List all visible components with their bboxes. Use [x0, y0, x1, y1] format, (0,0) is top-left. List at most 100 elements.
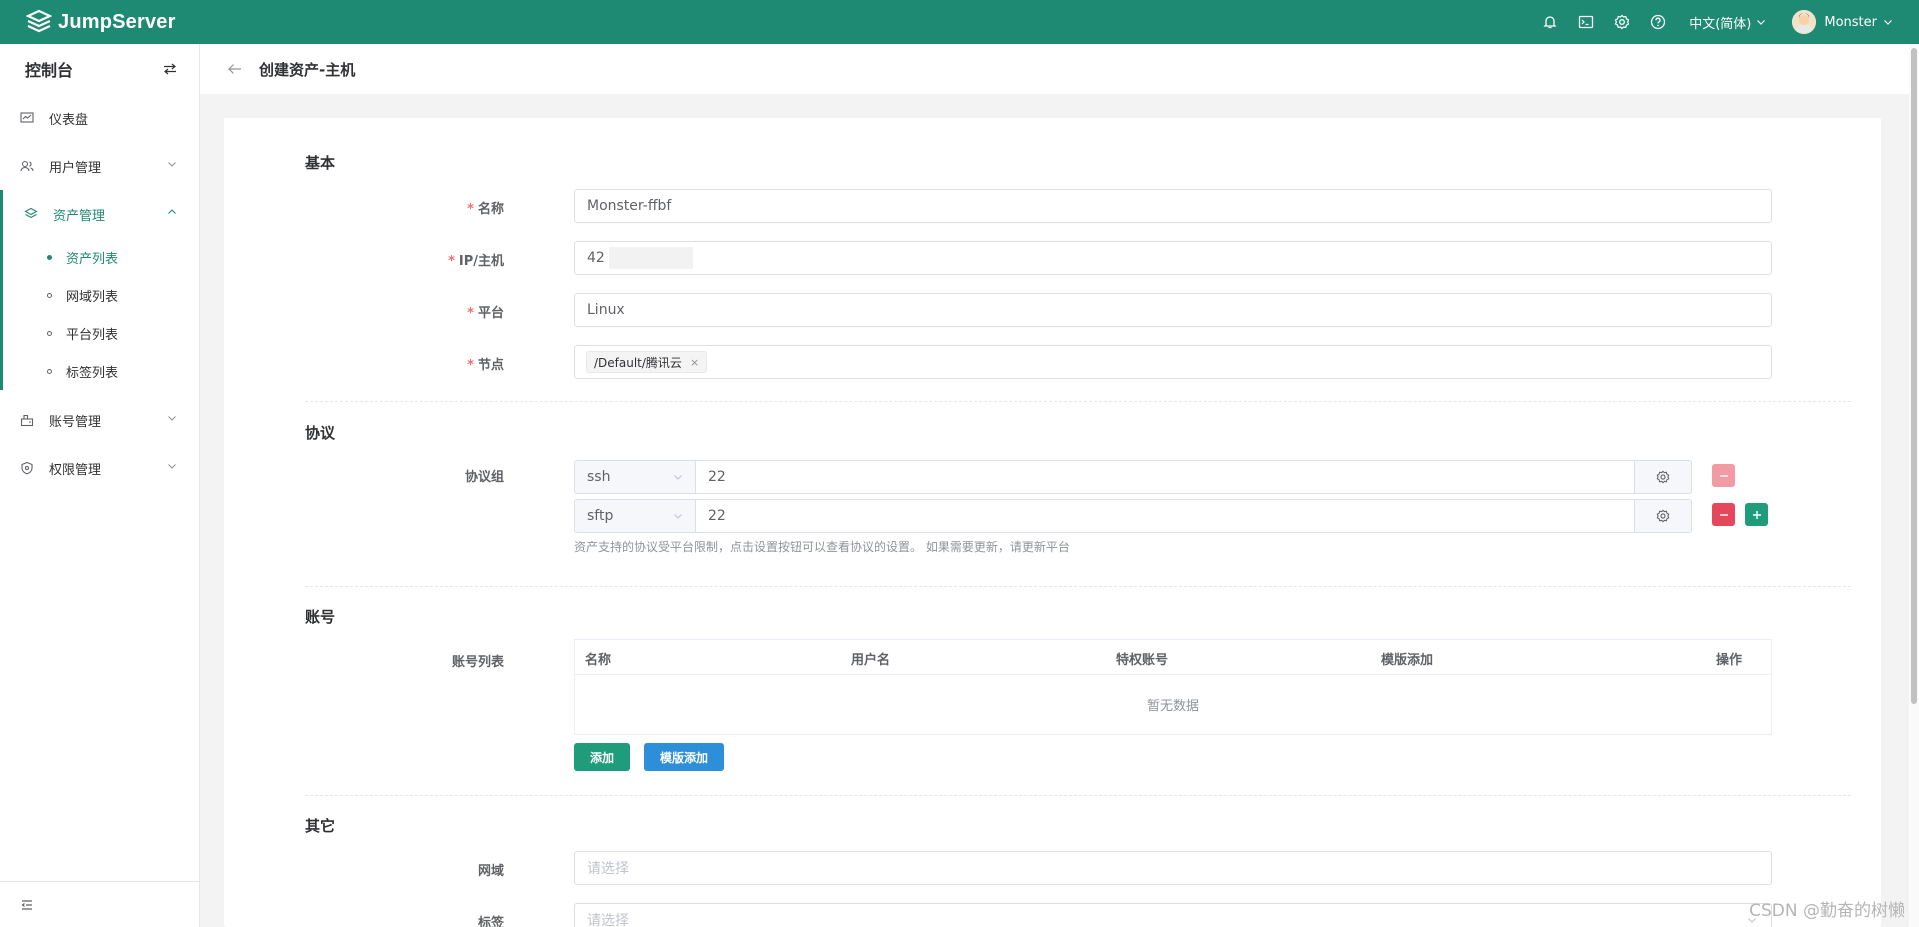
shield-icon [20, 461, 34, 475]
chevron-down-icon [1757, 20, 1766, 25]
bullet-icon [47, 330, 52, 336]
protocol-row: ssh 22 [574, 460, 1692, 494]
brand-name: JumpServer [58, 10, 176, 33]
node-label: * 节点 [467, 358, 504, 373]
bullet-icon [47, 254, 52, 260]
sidebar-subitem-asset-list[interactable]: 资产列表 [3, 238, 199, 276]
section-title-protocol: 协议 [305, 424, 336, 442]
sidebar-item-label: 用户管理 [49, 160, 102, 176]
brand-logo[interactable]: JumpServer [26, 9, 176, 35]
protocol-row: sftp 22 [574, 499, 1692, 533]
sidebar-group-assets: 资产管理 资产列表 网域列表 平台列表 标签列表 [0, 190, 199, 390]
tag-close-icon[interactable]: × [690, 356, 699, 369]
protocol-name: ssh [587, 469, 611, 485]
account-list-label: 账号列表 [451, 655, 504, 670]
menu-fold-icon [21, 899, 32, 910]
accounts-icon [20, 413, 34, 427]
page-scrollbar[interactable] [1909, 44, 1919, 927]
protocol-select[interactable]: ssh [574, 460, 695, 494]
remove-protocol-button[interactable] [1712, 464, 1735, 487]
node-tag-label: /Default/腾讯云 [594, 355, 682, 370]
name-input[interactable]: Monster-ffbf [574, 189, 1772, 223]
scrollbar-thumb[interactable] [1911, 48, 1917, 704]
chevron-down-icon [1884, 20, 1892, 25]
sidebar-item-assets[interactable]: 资产管理 [3, 190, 199, 238]
username: Monster [1824, 14, 1877, 30]
watermark: CSDN @勤奋的树懒 [1749, 901, 1905, 921]
gear-icon [1656, 509, 1670, 523]
minus-icon [1719, 474, 1728, 477]
section-divider [305, 401, 1851, 402]
asset-form-card: 基本 * 名称 Monster-ffbf * IP/主机 42 * 平台 Linux … [224, 118, 1881, 927]
redacted-area [608, 247, 693, 269]
chevron-down-icon [674, 475, 682, 480]
bell-icon[interactable] [1541, 13, 1559, 31]
protocol-settings-button[interactable] [1635, 460, 1692, 494]
ip-input[interactable]: 42 [574, 241, 1772, 275]
sidebar-item-dashboard[interactable]: 仪表盘 [0, 94, 199, 142]
section-title-basic: 基本 [305, 154, 336, 172]
sidebar-title: 控制台 [25, 61, 74, 80]
sidebar: 控制台 仪表盘 用户管理 资产管理 资产列表 网域列表 平台列表 标签列表 账号… [0, 44, 200, 927]
collapse-sidebar-button[interactable] [0, 881, 199, 927]
help-icon[interactable] [1649, 13, 1667, 31]
subitem-label: 网域列表 [66, 289, 119, 305]
column-header: 特权账号 [1116, 653, 1169, 668]
sidebar-item-users[interactable]: 用户管理 [0, 142, 199, 190]
account-table: 名称 用户名 特权账号 模版添加 操作 暂无数据 [574, 639, 1772, 735]
terminal-icon[interactable] [1577, 13, 1595, 31]
subitem-label: 平台列表 [66, 327, 119, 343]
add-account-button[interactable]: 添加 [574, 743, 630, 771]
user-menu[interactable]: Monster [1792, 10, 1893, 34]
empty-state: 暂无数据 [1146, 699, 1199, 714]
labels-select[interactable]: 请选择 [574, 903, 1772, 927]
language-label: 中文(简体) [1689, 16, 1752, 32]
users-icon [20, 159, 34, 173]
column-header: 模版添加 [1381, 653, 1434, 668]
jumpserver-logo-icon [26, 9, 52, 33]
switch-view-icon[interactable] [163, 62, 177, 76]
labels-label: 标签 [477, 916, 504, 927]
settings-icon[interactable] [1613, 13, 1631, 31]
domain-select[interactable]: 请选择 [574, 851, 1772, 885]
sidebar-subitem-domain-list[interactable]: 网域列表 [3, 276, 199, 314]
add-protocol-button[interactable] [1745, 503, 1768, 526]
language-selector[interactable]: 中文(简体) [1689, 13, 1766, 32]
domain-label: 网域 [477, 864, 504, 879]
protocol-select[interactable]: sftp [574, 499, 695, 533]
platform-label: * 平台 [467, 306, 504, 321]
page-header: 创建资产-主机 [200, 44, 1909, 94]
avatar [1792, 10, 1817, 34]
sidebar-subitem-label-list[interactable]: 标签列表 [3, 352, 199, 390]
minus-icon [1719, 513, 1728, 516]
chevron-down-icon [168, 162, 176, 167]
gear-icon [1656, 470, 1670, 484]
section-divider [305, 795, 1851, 796]
protocol-group-label: 协议组 [464, 470, 504, 485]
protocol-settings-button[interactable] [1635, 499, 1692, 533]
subitem-label: 资产列表 [66, 251, 119, 267]
column-header: 用户名 [851, 653, 891, 668]
back-button[interactable] [227, 61, 243, 77]
chevron-down-icon [168, 464, 176, 469]
sidebar-item-label: 账号管理 [49, 414, 102, 430]
sidebar-item-label: 权限管理 [49, 462, 102, 478]
table-header: 名称 用户名 特权账号 模版添加 操作 [575, 640, 1771, 675]
sidebar-item-permissions[interactable]: 权限管理 [0, 444, 199, 492]
remove-protocol-button[interactable] [1712, 503, 1735, 526]
port-input[interactable]: 22 [695, 499, 1635, 533]
section-title-other: 其它 [305, 817, 336, 835]
sidebar-item-accounts[interactable]: 账号管理 [0, 396, 199, 444]
top-navbar: JumpServer 中文(简体) Monster [0, 0, 1919, 44]
platform-select[interactable]: Linux [574, 293, 1772, 327]
chevron-up-icon [168, 209, 176, 214]
section-divider [305, 586, 1851, 587]
node-select[interactable]: /Default/腾讯云 × [574, 345, 1772, 379]
port-input[interactable]: 22 [695, 460, 1635, 494]
template-add-button[interactable]: 模版添加 [644, 743, 724, 771]
bullet-icon [47, 292, 52, 298]
dashboard-icon [20, 111, 34, 125]
page-title: 创建资产-主机 [259, 60, 356, 79]
plus-icon [1752, 510, 1761, 519]
sidebar-subitem-platform-list[interactable]: 平台列表 [3, 314, 199, 352]
